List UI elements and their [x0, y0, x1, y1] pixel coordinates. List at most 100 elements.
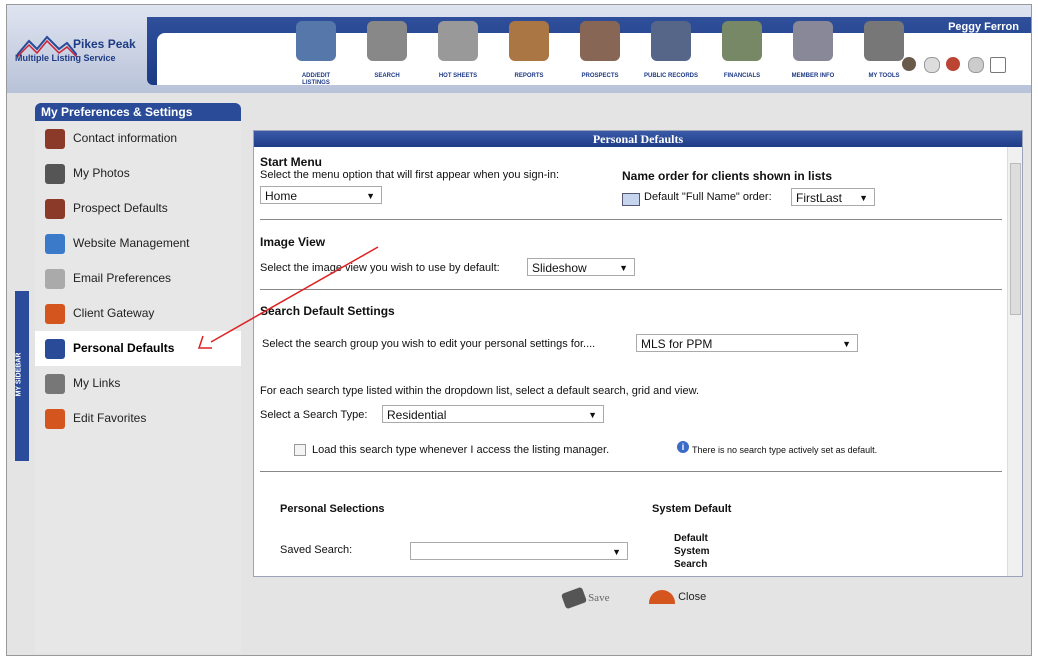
- favorites-icon: [45, 409, 65, 429]
- sidebar-item-edit-favorites[interactable]: Edit Favorites: [35, 401, 241, 436]
- chevron-down-icon: ▼: [859, 193, 868, 203]
- rolodex-icon: [793, 21, 833, 61]
- nav-label: PUBLIC RECORDS: [644, 73, 699, 79]
- clock-icon[interactable]: [924, 57, 940, 73]
- name-order-heading: Name order for clients shown in lists: [622, 169, 833, 183]
- sidebar-items: Contact information My Photos Prospect Def…: [35, 121, 241, 436]
- sidebar-item-label: My Photos: [73, 166, 130, 180]
- gateway-icon: [45, 304, 65, 324]
- minimize-icon[interactable]: [990, 57, 1006, 73]
- header: Pikes Peak Multiple Listing Service Pegg…: [7, 5, 1031, 93]
- image-view-select[interactable]: Slideshow ▼: [527, 258, 635, 276]
- my-sidebar-label: MY SIDEBAR: [15, 352, 23, 397]
- defaults-icon: [45, 339, 65, 359]
- search-group-select[interactable]: MLS for PPM ▼: [636, 334, 858, 352]
- nav-member-info[interactable]: MEMBER INFO: [786, 21, 840, 87]
- nav-label: PROSPECTS: [581, 73, 619, 79]
- nav-my-tools[interactable]: MY TOOLS: [857, 21, 911, 87]
- house-report-icon: [509, 21, 549, 61]
- nav-label: MY TOOLS: [868, 73, 900, 79]
- search-group-value: MLS for PPM: [641, 337, 713, 351]
- sidebar-item-label: Personal Defaults: [73, 341, 175, 355]
- sidebar-item-prospect-defaults[interactable]: Prospect Defaults: [35, 191, 241, 226]
- start-menu-value: Home: [265, 189, 298, 203]
- nav-reports[interactable]: REPORTS: [502, 21, 556, 87]
- system-default-line2: System: [674, 546, 710, 557]
- search-defaults-heading: Search Default Settings: [260, 304, 395, 318]
- personal-defaults-panel: Personal Defaults Start Menu Select the …: [253, 130, 1023, 577]
- calculator-icon: [722, 21, 762, 61]
- close-label: Close: [678, 590, 707, 603]
- start-menu-heading: Start Menu: [260, 155, 323, 169]
- nav-label: HOT SHEETS: [438, 73, 478, 79]
- sidebar-item-label: Email Preferences: [73, 271, 172, 285]
- load-search-type-label: Load this search type whenever I access …: [312, 444, 610, 456]
- nav-prospects[interactable]: PROSPECTS: [573, 21, 627, 87]
- name-order-value: FirstLast: [796, 191, 843, 205]
- sidebar-item-website-management[interactable]: Website Management: [35, 226, 241, 261]
- sidebar-item-label: Edit Favorites: [73, 411, 147, 425]
- nav-search[interactable]: SEARCH: [360, 21, 414, 87]
- tag-icon[interactable]: [968, 57, 984, 73]
- sidebar-item-my-photos[interactable]: My Photos: [35, 156, 241, 191]
- prospect-icon: [45, 199, 65, 219]
- email-icon: [45, 269, 65, 289]
- nav-label: MEMBER INFO: [791, 73, 835, 79]
- system-default-line1: Default: [674, 533, 708, 544]
- close-arrow-icon: [649, 590, 675, 604]
- name-order-label: Default "Full Name" order:: [644, 191, 772, 203]
- nav-label: SEARCH: [374, 73, 400, 79]
- search-type-label: Select a Search Type:: [260, 409, 368, 421]
- globe-icon: [45, 234, 65, 254]
- sidebar-item-contact-information[interactable]: Contact information: [35, 121, 241, 156]
- building-icon: [651, 21, 691, 61]
- sidebar-item-my-links[interactable]: My Links: [35, 366, 241, 401]
- chevron-down-icon: ▼: [619, 263, 628, 273]
- nav-hot-sheets[interactable]: HOT SHEETS: [431, 21, 485, 87]
- personal-selections-heading: Personal Selections: [280, 503, 385, 515]
- sidebar-item-client-gateway[interactable]: Client Gateway: [35, 296, 241, 331]
- chevron-down-icon: ▼: [612, 547, 621, 557]
- sidebar-title: My Preferences & Settings: [35, 103, 241, 121]
- saved-search-select[interactable]: ▼: [410, 542, 628, 560]
- newspaper-icon: [438, 21, 478, 61]
- chevron-down-icon: ▼: [842, 339, 851, 349]
- home-icon[interactable]: [902, 57, 916, 71]
- saved-search-label: Saved Search:: [280, 544, 353, 556]
- close-button[interactable]: Close: [649, 590, 706, 604]
- search-type-value: Residential: [387, 408, 447, 422]
- name-order-select[interactable]: FirstLast ▼: [791, 188, 875, 206]
- save-label: Save: [588, 591, 610, 604]
- photos-icon: [45, 164, 65, 184]
- my-sidebar-tab[interactable]: MY SIDEBAR: [15, 291, 29, 461]
- search-type-select[interactable]: Residential ▼: [382, 405, 604, 423]
- start-menu-select[interactable]: Home ▼: [260, 186, 382, 204]
- scrollbar[interactable]: [1007, 147, 1022, 576]
- divider: [260, 471, 1002, 472]
- nav-public-records[interactable]: PUBLIC RECORDS: [644, 21, 698, 87]
- scroll-thumb[interactable]: [1010, 163, 1021, 315]
- search-type-desc: For each search type listed within the d…: [260, 385, 700, 397]
- start-menu-desc: Select the menu option that will first a…: [260, 169, 559, 181]
- sidebar-item-personal-defaults[interactable]: Personal Defaults: [35, 331, 241, 366]
- load-search-type-checkbox[interactable]: [294, 444, 306, 456]
- nav-add-edit-listings[interactable]: ADD/EDIT LISTINGS: [289, 21, 343, 87]
- tools-icon: [864, 21, 904, 61]
- sidebar-item-label: Contact information: [73, 131, 178, 145]
- nav-financials[interactable]: FINANCIALS: [715, 21, 769, 87]
- image-view-value: Slideshow: [532, 261, 587, 275]
- user-name[interactable]: Peggy Ferron: [948, 21, 1019, 33]
- divider: [260, 289, 1002, 290]
- search-group-desc: Select the search group you wish to edit…: [262, 338, 596, 350]
- contact-icon: [45, 129, 65, 149]
- add-edit-listings-icon: [296, 21, 336, 61]
- sidebar-item-label: My Links: [73, 376, 121, 390]
- save-button[interactable]: Save: [560, 586, 610, 610]
- nav-label: FINANCIALS: [723, 73, 761, 79]
- help-icon[interactable]: [946, 57, 960, 71]
- contact-card-icon: [622, 193, 640, 206]
- logo[interactable]: Pikes Peak Multiple Listing Service: [13, 35, 153, 75]
- panel-title: Personal Defaults: [254, 131, 1022, 147]
- sidebar-item-email-preferences[interactable]: Email Preferences: [35, 261, 241, 296]
- sidebar: My Preferences & Settings Contact inform…: [35, 103, 241, 653]
